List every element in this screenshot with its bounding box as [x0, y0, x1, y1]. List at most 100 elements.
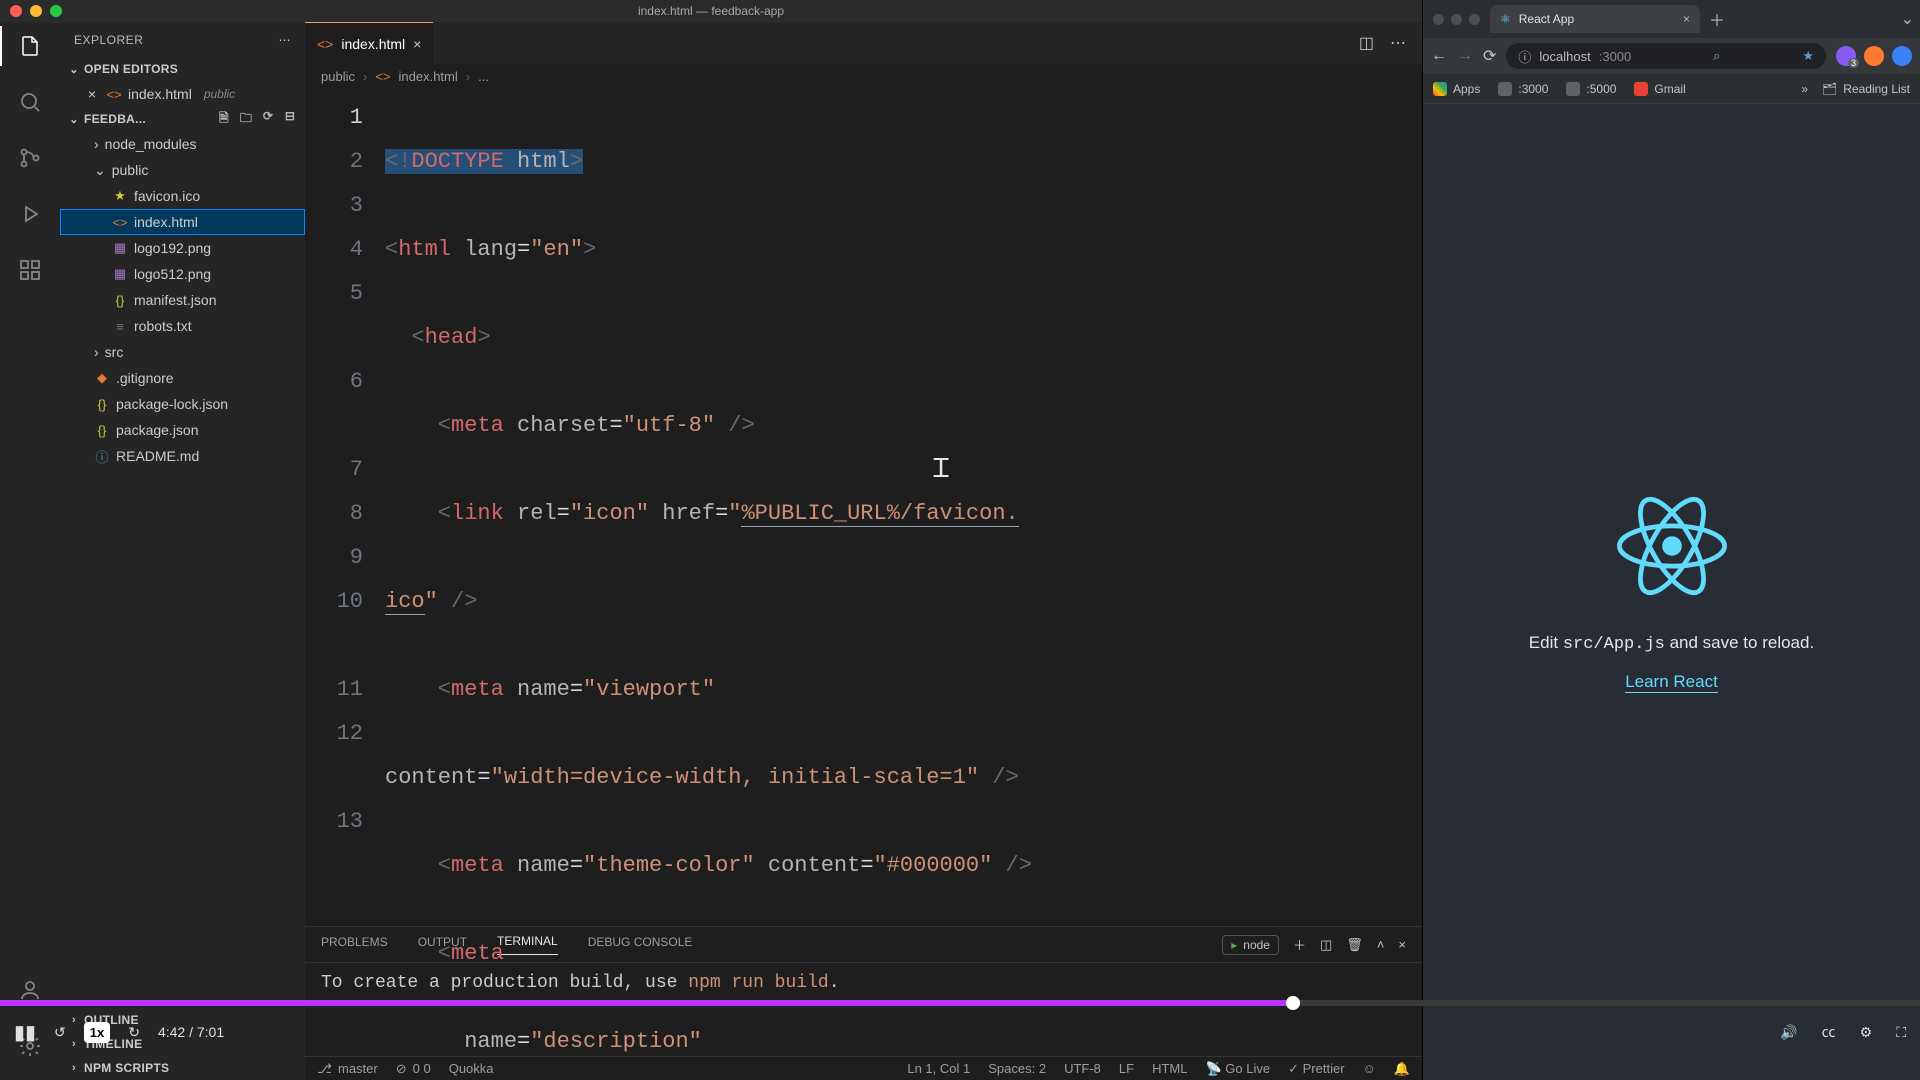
captions-icon[interactable]: ㏄: [1822, 1022, 1836, 1042]
code-editor[interactable]: 12345678910111213 <!DOCTYPE html> <html …: [305, 88, 1422, 926]
crumb-more[interactable]: ...: [478, 69, 489, 84]
project-label: FEEDBA...: [84, 112, 146, 126]
file-index-html[interactable]: <>index.html: [60, 209, 305, 235]
run-debug-icon[interactable]: [16, 200, 44, 228]
bookmark-overflow-icon[interactable]: »: [1801, 82, 1808, 96]
bookmark-star-icon[interactable]: ★: [1802, 48, 1814, 64]
mac-close-icon[interactable]: [10, 5, 22, 17]
image-file-icon: ▦: [112, 266, 128, 282]
search-icon[interactable]: [16, 88, 44, 116]
folder-node-modules[interactable]: ›node_modules: [60, 131, 305, 157]
search-icon[interactable]: ⌕: [1713, 48, 1720, 64]
chrome-tab[interactable]: ⚛ React App ×: [1490, 5, 1700, 33]
tab-problems[interactable]: PROBLEMS: [321, 935, 388, 955]
new-tab-icon[interactable]: ＋: [1706, 8, 1728, 30]
file-readme[interactable]: ⓘ README.md: [60, 443, 305, 469]
chrome-tabs-menu-icon[interactable]: ⌄: [1901, 9, 1914, 29]
close-icon[interactable]: ×: [84, 86, 100, 102]
back-icon[interactable]: ←: [1431, 47, 1447, 65]
file-favicon[interactable]: ★favicon.ico: [60, 183, 305, 209]
refresh-icon[interactable]: ⟳: [259, 109, 277, 130]
address-bar[interactable]: ⓘ localhost:3000 ⌕ ★: [1506, 43, 1826, 69]
bookmark-gmail[interactable]: Gmail: [1634, 82, 1685, 96]
extension-icon[interactable]: 3: [1836, 46, 1856, 66]
file-logo512[interactable]: ▦logo512.png: [60, 261, 305, 287]
chrome-tab-title: React App: [1519, 12, 1574, 26]
reading-list[interactable]: 🗂Reading List: [1822, 82, 1910, 96]
chevron-down-icon: ⌄: [66, 63, 82, 76]
source-control-icon[interactable]: [16, 144, 44, 172]
mac-zoom-icon[interactable]: [1469, 14, 1480, 25]
mac-zoom-icon[interactable]: [50, 5, 62, 17]
code-content[interactable]: <!DOCTYPE html> <html lang="en"> <head> …: [385, 88, 1422, 926]
bookmark-3000[interactable]: :3000: [1498, 82, 1548, 96]
explorer-more-icon[interactable]: ⋯: [279, 33, 292, 47]
info-file-icon: ⓘ: [94, 448, 110, 464]
extensions-icon[interactable]: [16, 256, 44, 284]
breadcrumb[interactable]: public› <>index.html› ...: [305, 64, 1422, 88]
bookmark-apps[interactable]: Apps: [1433, 82, 1480, 96]
crumb-file[interactable]: index.html: [399, 69, 458, 84]
video-time: 4:42 / 7:01: [158, 1024, 224, 1040]
html-file-icon: <>: [106, 86, 122, 102]
crumb-folder[interactable]: public: [321, 69, 355, 84]
more-actions-icon[interactable]: ⋯: [1390, 33, 1406, 53]
file-manifest[interactable]: {}manifest.json: [60, 287, 305, 313]
file-gitignore[interactable]: ◆.gitignore: [60, 365, 305, 391]
tab-index-html[interactable]: <> index.html ×: [305, 22, 433, 64]
extension-icon[interactable]: [1864, 46, 1884, 66]
close-icon[interactable]: ×: [1683, 12, 1690, 26]
chrome-window: ⚛ React App × ＋ ⌄ ← → ⟳ ⓘ localhost:3000…: [1422, 0, 1920, 1080]
file-label: README.md: [116, 448, 199, 464]
open-editor-file: index.html: [128, 86, 192, 102]
forward-icon[interactable]: →: [1457, 47, 1473, 65]
forward-icon[interactable]: ↻: [128, 1024, 140, 1041]
project-section[interactable]: ⌄ FEEDBA... 🗎 🗀 ⟳ ⊟: [60, 107, 305, 131]
file-package[interactable]: {}package.json: [60, 417, 305, 443]
npm-scripts-section[interactable]: ›NPM SCRIPTS: [60, 1056, 305, 1080]
chevron-right-icon: ›: [66, 1062, 82, 1074]
collapse-icon[interactable]: ⊟: [281, 109, 299, 130]
fullscreen-icon[interactable]: ⛶: [1896, 1024, 1906, 1041]
new-folder-icon[interactable]: 🗀: [237, 109, 255, 130]
reload-icon[interactable]: ⟳: [1483, 46, 1496, 66]
video-progress[interactable]: [0, 1000, 1920, 1006]
new-file-icon[interactable]: 🗎: [215, 109, 233, 130]
mac-close-icon[interactable]: [1433, 14, 1444, 25]
file-logo192[interactable]: ▦logo192.png: [60, 235, 305, 261]
site-info-icon[interactable]: ⓘ: [1518, 47, 1531, 66]
playback-speed[interactable]: 1x: [84, 1022, 110, 1043]
learn-react-link[interactable]: Learn React: [1625, 672, 1718, 693]
profile-avatar-icon[interactable]: [1892, 46, 1912, 66]
mac-minimize-icon[interactable]: [1451, 14, 1462, 25]
react-demo-page: Edit src/App.js and save to reload. Lear…: [1423, 104, 1920, 1080]
split-editor-icon[interactable]: ◫: [1359, 33, 1374, 53]
volume-icon[interactable]: 🔊: [1780, 1024, 1797, 1041]
open-editors-section[interactable]: ⌄ OPEN EDITORS: [60, 57, 305, 81]
status-branch[interactable]: ⎇master: [317, 1061, 378, 1077]
mac-minimize-icon[interactable]: [30, 5, 42, 17]
explorer-icon[interactable]: [16, 32, 44, 60]
line-gutter: 12345678910111213: [305, 88, 385, 926]
folder-src[interactable]: ›src: [60, 339, 305, 365]
explorer-title: EXPLORER: [74, 33, 143, 47]
folder-public[interactable]: ⌄public: [60, 157, 305, 183]
json-file-icon: {}: [94, 422, 110, 438]
bookmark-5000[interactable]: :5000: [1566, 82, 1616, 96]
chevron-right-icon: ›: [94, 344, 99, 360]
json-file-icon: {}: [94, 396, 110, 412]
file-robots[interactable]: ≡robots.txt: [60, 313, 305, 339]
window-title: index.html — feedback-app: [638, 4, 784, 18]
folder-label: node_modules: [105, 136, 197, 152]
file-package-lock[interactable]: {}package-lock.json: [60, 391, 305, 417]
settings-gear-icon[interactable]: ⚙: [1860, 1024, 1873, 1041]
apps-icon: [1433, 82, 1447, 96]
pause-icon[interactable]: ▮▮: [14, 1020, 36, 1045]
url-port: :3000: [1599, 49, 1632, 64]
npm-scripts-label: NPM SCRIPTS: [84, 1061, 169, 1075]
close-icon[interactable]: ×: [413, 36, 421, 52]
rewind-icon[interactable]: ↺: [54, 1024, 66, 1041]
file-label: logo192.png: [134, 240, 211, 256]
open-editor-item[interactable]: × <> index.html public: [60, 81, 305, 107]
react-instruction: Edit src/App.js and save to reload.: [1529, 633, 1814, 654]
